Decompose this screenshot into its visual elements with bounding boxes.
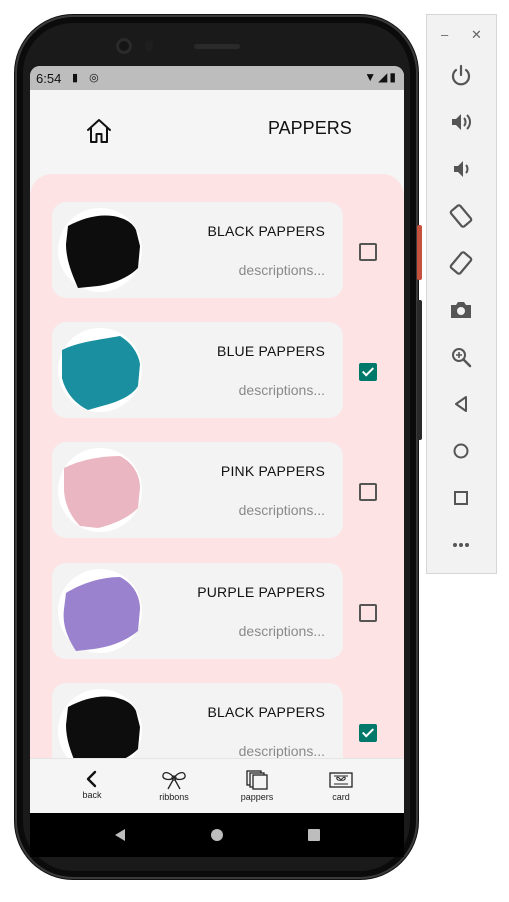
volume-up-icon[interactable] bbox=[447, 108, 475, 136]
item-description: descriptions... bbox=[238, 623, 325, 639]
list-item[interactable]: BLACK PAPPERS descriptions... bbox=[52, 202, 343, 298]
item-thumbnail bbox=[58, 208, 142, 292]
home-icon bbox=[87, 119, 111, 143]
item-name: PURPLE PAPPERS bbox=[197, 584, 325, 600]
app-bar: PAPPERS bbox=[30, 90, 404, 172]
nav-ribbons-label: ribbons bbox=[159, 792, 189, 802]
more-options-icon[interactable] bbox=[447, 531, 475, 559]
item-checkbox[interactable] bbox=[359, 604, 377, 622]
item-description: descriptions... bbox=[238, 262, 325, 278]
front-camera bbox=[116, 38, 132, 54]
gift-card-icon bbox=[329, 772, 353, 788]
item-name: PINK PAPPERS bbox=[220, 463, 325, 479]
volume-down-icon[interactable] bbox=[447, 155, 475, 183]
volume-side-button[interactable] bbox=[417, 300, 422, 440]
system-recents-icon[interactable] bbox=[306, 827, 322, 843]
item-description: descriptions... bbox=[238, 382, 325, 398]
status-bar: 6:54 ▮ ◎ ▼◢▮ bbox=[30, 66, 404, 90]
nav-pappers-label: pappers bbox=[240, 792, 274, 802]
item-checkbox[interactable] bbox=[359, 483, 377, 501]
sensor bbox=[145, 40, 153, 52]
paper-swatch-image bbox=[66, 215, 140, 288]
item-checkbox[interactable] bbox=[359, 724, 377, 742]
item-thumbnail bbox=[58, 448, 142, 532]
rotate-left-icon[interactable] bbox=[447, 202, 475, 230]
ribbon-bow-icon bbox=[162, 771, 186, 790]
home-circle-icon[interactable] bbox=[447, 437, 475, 465]
zoom-icon[interactable] bbox=[447, 343, 475, 371]
signal-battery-icons: ▼◢▮ bbox=[364, 70, 398, 84]
power-icon[interactable] bbox=[447, 62, 475, 90]
item-name: BLUE PAPPERS bbox=[217, 343, 325, 359]
nav-ribbons[interactable]: ribbons bbox=[144, 769, 204, 802]
bottom-navigation: back ribbons pappers card bbox=[30, 758, 404, 813]
back-icon[interactable] bbox=[447, 390, 475, 418]
list-item[interactable]: BLUE PAPPERS descriptions... bbox=[52, 322, 343, 418]
camera-icon[interactable] bbox=[447, 296, 475, 324]
system-home-icon[interactable] bbox=[209, 827, 225, 843]
stacked-papers-icon bbox=[246, 770, 268, 790]
earpiece-speaker bbox=[194, 44, 240, 49]
item-thumbnail bbox=[58, 328, 142, 412]
close-icon[interactable]: ✕ bbox=[471, 27, 482, 43]
item-description: descriptions... bbox=[238, 502, 325, 518]
item-checkbox[interactable] bbox=[359, 243, 377, 261]
power-side-button[interactable] bbox=[417, 225, 422, 280]
item-description: descriptions... bbox=[238, 743, 325, 759]
nav-card-label: card bbox=[332, 792, 350, 802]
notification-icons: ▮ ◎ bbox=[72, 72, 103, 84]
status-time: 6:54 bbox=[36, 71, 62, 86]
list-item[interactable]: PURPLE PAPPERS descriptions... bbox=[52, 563, 343, 659]
device-screen: 6:54 ▮ ◎ ▼◢▮ PAPPERS BLACK PAPPERS descr… bbox=[30, 66, 404, 813]
swatch-shape bbox=[62, 336, 140, 410]
swatch-shape bbox=[63, 577, 141, 651]
list-item[interactable]: PINK PAPPERS descriptions... bbox=[52, 442, 343, 538]
paper-swatch-image bbox=[63, 577, 141, 651]
system-navigation-bar bbox=[30, 813, 404, 857]
nav-pappers[interactable]: pappers bbox=[227, 769, 287, 802]
emulator-toolbar: – ✕ bbox=[427, 15, 496, 573]
nav-card[interactable]: card bbox=[311, 769, 371, 802]
paper-swatch-image bbox=[62, 336, 140, 410]
item-checkbox[interactable] bbox=[359, 363, 377, 381]
nav-back-label: back bbox=[82, 790, 102, 800]
item-thumbnail bbox=[58, 569, 142, 653]
item-name: BLACK PAPPERS bbox=[207, 704, 325, 720]
swatch-shape bbox=[64, 456, 140, 528]
emulator-window-controls: – ✕ bbox=[427, 15, 496, 55]
page-title: PAPPERS bbox=[268, 118, 352, 138]
minimize-icon[interactable]: – bbox=[441, 27, 448, 42]
item-list: BLACK PAPPERS descriptions... BLUE PAPPE… bbox=[30, 174, 404, 813]
nav-back[interactable]: back bbox=[62, 769, 122, 800]
chevron-left-icon bbox=[86, 770, 97, 788]
item-name: BLACK PAPPERS bbox=[207, 223, 325, 239]
system-back-icon[interactable] bbox=[112, 827, 128, 843]
paper-swatch-image bbox=[64, 456, 140, 528]
swatch-shape bbox=[66, 215, 140, 288]
home-button[interactable] bbox=[84, 116, 114, 146]
rotate-right-icon[interactable] bbox=[447, 249, 475, 277]
overview-icon[interactable] bbox=[447, 484, 475, 512]
